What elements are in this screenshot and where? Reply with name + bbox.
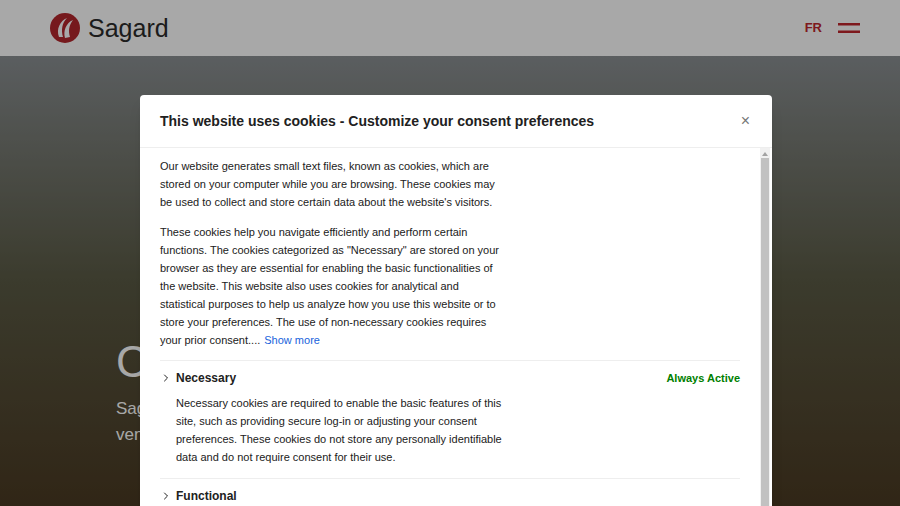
cookie-dialog: This website uses cookies - Customize yo… — [140, 95, 772, 506]
scrollbar[interactable] — [760, 148, 770, 506]
category-status: Always Active — [666, 369, 740, 387]
category: Necessary Always Active Necessary cookies … — [160, 360, 740, 478]
category-name: Functional — [176, 487, 237, 505]
show-more-link[interactable]: Show more — [264, 334, 320, 346]
page: SagardFRCSagvenThis website uses cookies… — [0, 0, 900, 506]
close-button[interactable]: × — [741, 113, 750, 129]
chevron-icon — [160, 372, 172, 384]
intro-paragraph: These cookies help you navigate efficien… — [160, 223, 740, 349]
dialog-title: This website uses cookies - Customize yo… — [160, 111, 594, 132]
category-header[interactable]: Functional — [160, 487, 740, 505]
chevron-icon — [160, 490, 172, 502]
category-description: Necessary cookies are required to enable… — [160, 394, 740, 466]
scroll-thumb[interactable] — [761, 158, 769, 506]
scroll-up-icon[interactable] — [762, 152, 768, 156]
category-name: Necessary — [176, 369, 236, 387]
intro-paragraph: Our website generates small text files, … — [160, 157, 740, 211]
category-header[interactable]: Necessary Always Active — [160, 369, 740, 387]
category: Functional — [160, 478, 740, 506]
